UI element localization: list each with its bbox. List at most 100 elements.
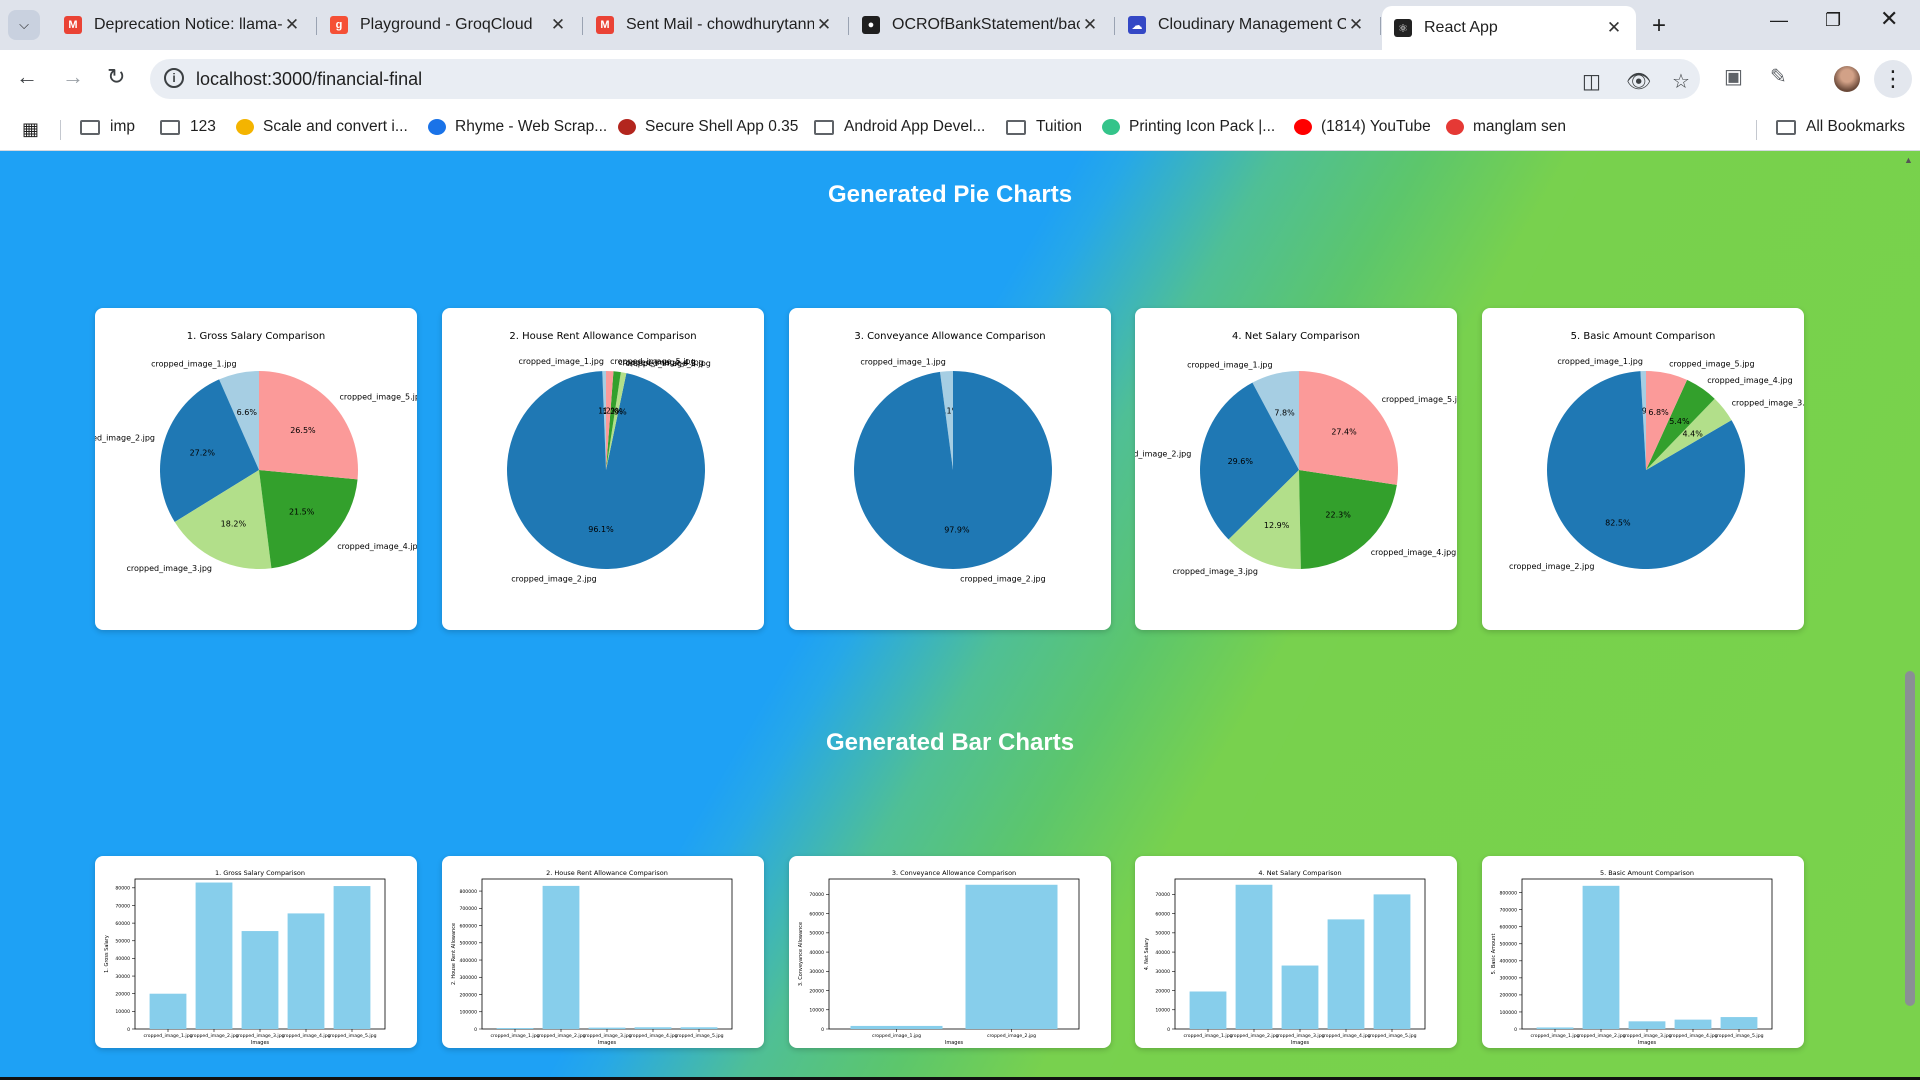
react-icon: ⚛ [1394, 19, 1412, 37]
pie-percent-label: 27.4% [1331, 427, 1357, 436]
pie-chart-card: 1. Gross Salary Comparison 6.6% cropped_im… [95, 308, 417, 630]
new-tab-button[interactable]: + [1652, 12, 1666, 40]
chart-title: 3. Conveyance Allowance Comparison [854, 331, 1045, 342]
tab-5[interactable]: ☁ Cloudinary Management C ✕ [1116, 6, 1378, 44]
bookmark-4[interactable]: Rhyme - Web Scrap... [428, 118, 607, 136]
y-tick-label: 50000 [1155, 931, 1170, 937]
pie-chart-svg: 4. Net Salary Comparison 7.8% cropped_imag… [1135, 331, 1457, 576]
reload-icon[interactable]: ↻ [107, 64, 125, 90]
tracking-protection-icon[interactable]: 👁 [1626, 69, 1651, 94]
bookmark-8[interactable]: Printing Icon Pack |... [1102, 118, 1275, 136]
bookmark-10[interactable]: manglam sen [1446, 118, 1566, 136]
tab-search-button[interactable]: ⌵ [8, 10, 40, 40]
minimize-button[interactable]: — [1770, 10, 1788, 31]
bar [241, 931, 279, 1029]
site-info-icon[interactable]: i [164, 68, 184, 88]
bookmark-3[interactable]: Scale and convert i... [236, 118, 408, 136]
bookmark-label: Secure Shell App 0.35 [645, 118, 799, 135]
url-text[interactable]: localhost:3000/financial-final [196, 69, 422, 90]
pie-percent-label: 21.5% [289, 507, 315, 516]
tab-6[interactable]: ⚛ React App ✕ [1382, 6, 1636, 50]
close-tab-icon[interactable]: ✕ [548, 15, 568, 35]
y-tick-label: 70000 [1155, 892, 1170, 898]
y-tick-label: 20000 [809, 988, 824, 994]
x-tick-label: cropped_image_2.jpg [189, 1033, 238, 1039]
pie-percent-label: 5.4% [1669, 417, 1690, 426]
bookmark-7[interactable]: Tuition [1006, 118, 1082, 136]
tab-1[interactable]: M Deprecation Notice: llama- ✕ [52, 6, 314, 44]
all-bookmarks-button[interactable]: All Bookmarks [1776, 118, 1905, 136]
gmail-icon: M [64, 16, 82, 34]
pie-slice-label: cropped_image_2.jpg [1509, 562, 1595, 571]
bookmark-label: imp [110, 118, 135, 135]
bookmark-9[interactable]: (1814) YouTube [1294, 118, 1431, 136]
pie-percent-label: 96.1% [588, 525, 614, 534]
close-tab-icon[interactable]: ✕ [282, 15, 302, 35]
pie-slice-label: cropped_image_1.jpg [518, 357, 604, 366]
pie-chart-svg: 2. House Rent Allowance Comparison0.6%cr… [506, 331, 711, 584]
bookmark-label: Tuition [1036, 118, 1082, 135]
y-tick-label: 200000 [1499, 993, 1517, 999]
x-tick-label: cropped_image_4.jpg [1321, 1033, 1370, 1039]
folder-icon [160, 119, 180, 135]
bookmark-5[interactable]: Secure Shell App 0.35 [618, 118, 798, 136]
close-tab-icon[interactable]: ✕ [1080, 15, 1100, 35]
x-tick-label: cropped_image_2.jpg [1576, 1033, 1625, 1039]
bookmarks-bar: ▦ imp 123 Scale and convert i... Rhyme - We… [0, 108, 1920, 151]
site-favicon-icon [618, 119, 636, 135]
bar [850, 1025, 943, 1029]
extensions-icon[interactable]: ✎ [1770, 64, 1787, 89]
install-app-icon[interactable]: ◫ [1582, 69, 1601, 94]
bookmark-star-icon[interactable]: ☆ [1672, 69, 1690, 94]
pie-percent-label: 12.9% [1264, 521, 1290, 530]
bar [965, 884, 1058, 1029]
close-tab-icon[interactable]: ✕ [814, 15, 834, 35]
tab-4[interactable]: ● OCROfBankStatement/bac ✕ [850, 6, 1112, 44]
x-tick-label: cropped_image_3.jpg [582, 1033, 631, 1039]
site-favicon-icon [1294, 119, 1312, 135]
y-tick-label: 60000 [115, 921, 130, 927]
tab-3[interactable]: M Sent Mail - chowdhurytann ✕ [584, 6, 846, 44]
restore-button[interactable]: ❐ [1825, 10, 1841, 31]
scroll-up-arrow-icon[interactable]: ▲ [1904, 155, 1913, 165]
apps-grid-icon[interactable]: ▦ [22, 119, 39, 140]
bookmark-6[interactable]: Android App Devel... [814, 118, 985, 136]
y-tick-label: 500000 [1499, 942, 1517, 948]
y-tick-label: 200000 [459, 992, 477, 998]
gmail-icon: M [596, 16, 614, 34]
pie-percent-label: 82.5% [1605, 518, 1631, 527]
page-scrollbar[interactable]: ▲ [1900, 151, 1920, 1080]
close-window-button[interactable]: ✕ [1880, 6, 1898, 32]
pie-slice [854, 371, 1052, 569]
tab-2[interactable]: g Playground - GroqCloud ✕ [318, 6, 580, 44]
pie-slice-label: cropped_image_1.jpg [1187, 360, 1273, 369]
profile-avatar[interactable] [1834, 66, 1860, 92]
bookmark-2[interactable]: 123 [160, 118, 216, 136]
menu-kebab-icon[interactable]: ⋮ [1874, 60, 1912, 98]
forward-arrow-icon[interactable]: → [62, 64, 84, 90]
pie-slice-label: cropped_image_2.jpg [95, 434, 155, 443]
y-tick-label: 30000 [1155, 969, 1170, 975]
close-tab-icon[interactable]: ✕ [1346, 15, 1366, 35]
camera-icon[interactable]: ▣ [1724, 64, 1743, 89]
pie-slice-label: cropped_image_2.jpg [960, 575, 1046, 584]
x-axis-label: Images [251, 1040, 270, 1046]
plot-frame [1521, 878, 1773, 1030]
back-arrow-icon[interactable]: ← [16, 64, 38, 90]
bookmark-1[interactable]: imp [80, 118, 135, 136]
x-tick-label: cropped_image_3.jpg [235, 1033, 284, 1039]
y-tick-label: 50000 [809, 931, 824, 937]
bar-chart-svg: 5. Basic Amount Comparison 0 100000 200000 3… [1491, 869, 1773, 1046]
y-axis-label: 4. Net Salary [1144, 938, 1150, 970]
bookmark-label: Rhyme - Web Scrap... [455, 118, 608, 135]
y-tick-label: 100000 [459, 1010, 477, 1016]
address-bar[interactable]: i localhost:3000/financial-final ◫ 👁 ☆ [150, 59, 1700, 99]
x-tick-label: cropped_image_4.jpg [281, 1033, 330, 1039]
pie-percent-label: 97.9% [944, 525, 970, 534]
pie-slice-label: cropped_image_4.jpg [1371, 548, 1457, 557]
scrollbar-thumb[interactable] [1905, 671, 1915, 1006]
bar [680, 1027, 718, 1029]
close-tab-icon[interactable]: ✕ [1604, 18, 1624, 38]
groq-icon: g [330, 16, 348, 34]
x-tick-label: cropped_image_1.jpg [1530, 1033, 1579, 1039]
